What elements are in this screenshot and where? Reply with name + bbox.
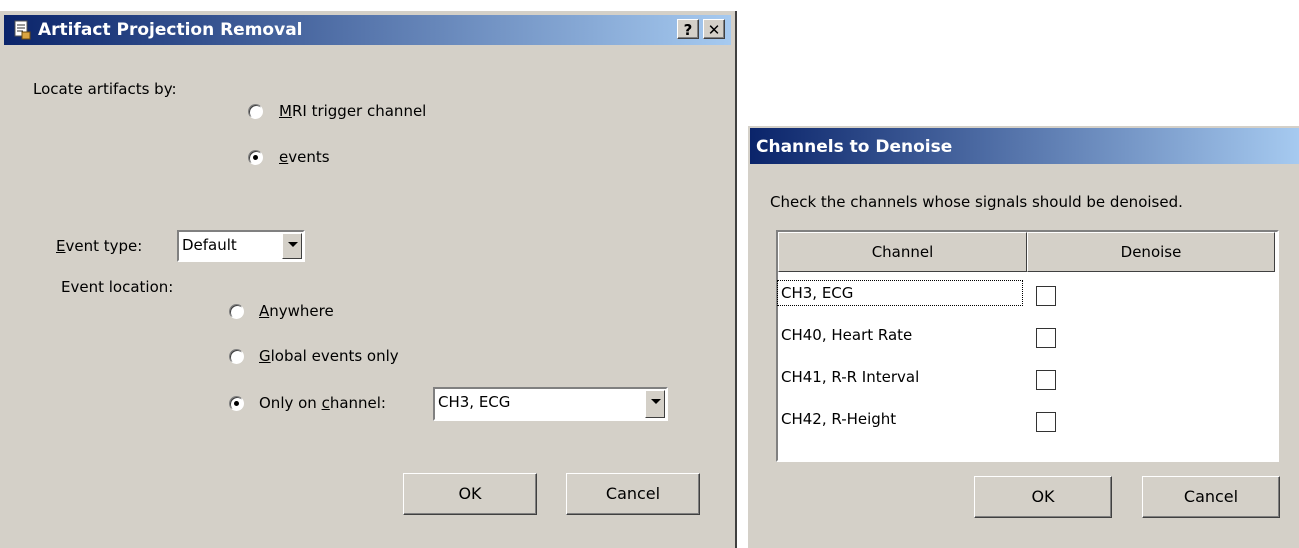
global-events-label[interactable]: Global events only — [259, 347, 399, 365]
column-header-denoise[interactable]: Denoise — [1027, 232, 1275, 272]
table-row[interactable]: CH41, R-R Interval — [778, 358, 1056, 400]
table-row[interactable]: CH40, Heart Rate — [778, 316, 1056, 358]
only-on-channel-label[interactable]: Only on channel: — [259, 394, 386, 412]
event-location-label: Event location: — [61, 278, 174, 296]
channel-cell[interactable]: CH3, ECG — [777, 280, 1023, 306]
help-button[interactable]: ? — [677, 19, 699, 39]
mri-trigger-radio[interactable] — [248, 104, 263, 119]
cancel-button[interactable]: Cancel — [1142, 476, 1280, 518]
global-events-radio[interactable] — [229, 349, 244, 364]
denoise-checkbox[interactable] — [1036, 412, 1056, 432]
anywhere-radio[interactable] — [229, 304, 244, 319]
event-type-dropdown[interactable]: Default — [177, 230, 305, 262]
ok-button[interactable]: OK — [974, 476, 1112, 518]
mri-trigger-label[interactable]: MRI trigger channel — [279, 102, 426, 120]
event-type-label: Event type: — [56, 237, 143, 255]
only-on-channel-radio[interactable] — [229, 396, 244, 411]
table-row[interactable]: CH42, R-Height — [778, 400, 1056, 442]
chevron-down-icon[interactable] — [645, 390, 665, 418]
close-button[interactable]: ✕ — [703, 19, 725, 39]
denoise-checkbox[interactable] — [1036, 370, 1056, 390]
cancel-button[interactable]: Cancel — [566, 473, 700, 515]
denoise-checkbox[interactable] — [1036, 328, 1056, 348]
channels-to-denoise-dialog: Channels to Denoise Check the channels w… — [748, 126, 1299, 548]
channel-value: CH3, ECG — [438, 393, 511, 411]
event-type-value: Default — [182, 236, 237, 254]
table-row[interactable]: CH3, ECG — [777, 274, 1056, 316]
ok-button[interactable]: OK — [403, 473, 537, 515]
channel-cell[interactable]: CH40, Heart Rate — [781, 326, 912, 344]
instruction-text: Check the channels whose signals should … — [770, 193, 1183, 211]
title-bar[interactable]: Channels to Denoise — [750, 128, 1299, 164]
channel-cell[interactable]: CH41, R-R Interval — [781, 368, 919, 386]
chevron-down-icon[interactable] — [282, 233, 302, 259]
events-radio[interactable] — [248, 150, 263, 165]
channel-dropdown[interactable]: CH3, ECG — [433, 387, 668, 421]
title-bar[interactable]: Artifact Projection Removal ? ✕ — [4, 15, 731, 45]
channels-table[interactable]: Channel Denoise CH3, ECG CH40, Heart Rat… — [776, 230, 1279, 462]
events-label[interactable]: events — [279, 148, 330, 166]
anywhere-label[interactable]: Anywhere — [259, 302, 334, 320]
dialog-title: Artifact Projection Removal — [38, 20, 303, 40]
artifact-projection-removal-dialog: Artifact Projection Removal ? ✕ Locate a… — [0, 11, 737, 548]
dialog-title: Channels to Denoise — [756, 137, 953, 157]
locate-artifacts-label: Locate artifacts by: — [33, 80, 177, 98]
column-header-channel[interactable]: Channel — [778, 232, 1027, 272]
denoise-checkbox[interactable] — [1036, 286, 1056, 306]
app-icon — [14, 20, 31, 40]
channel-cell[interactable]: CH42, R-Height — [781, 410, 896, 428]
